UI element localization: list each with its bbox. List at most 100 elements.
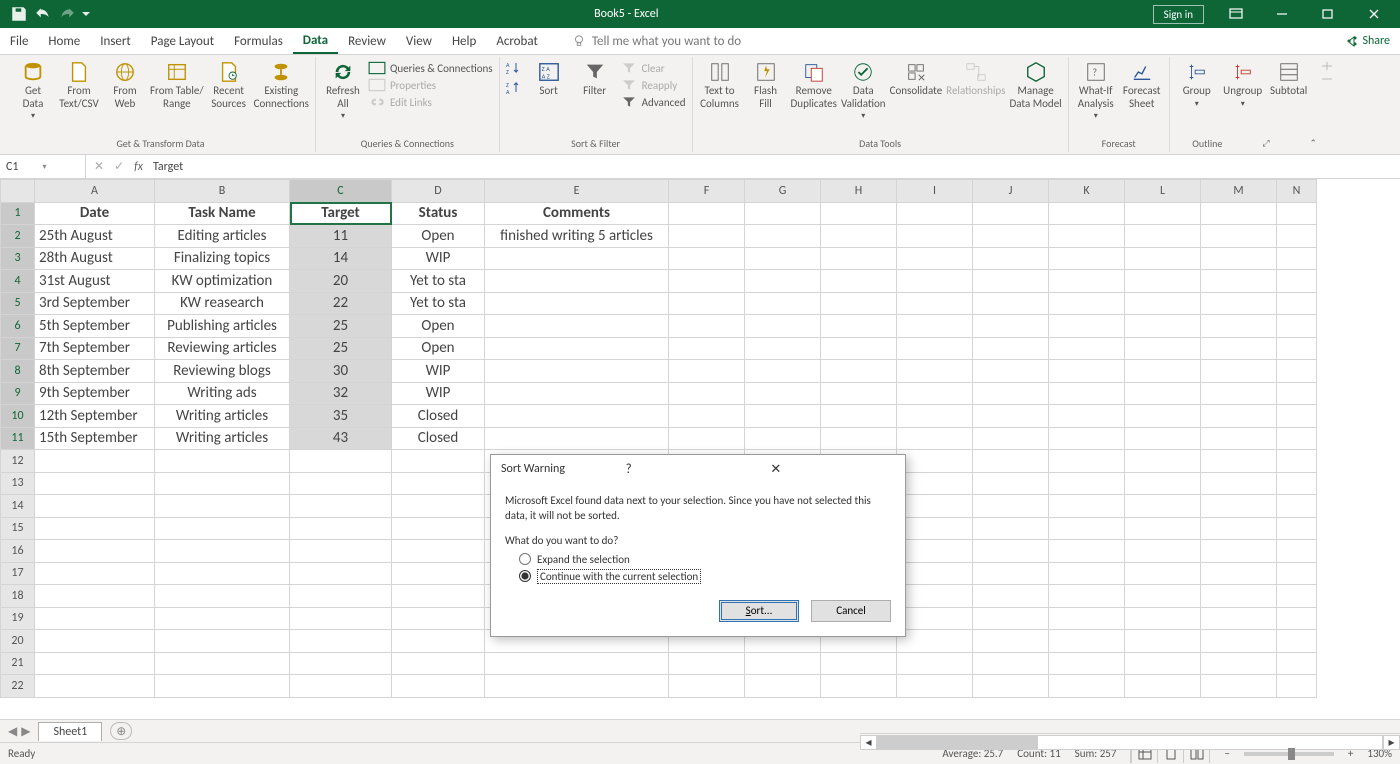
row-header[interactable]: 12 [1, 450, 35, 473]
cell[interactable]: 25th August [35, 225, 155, 248]
cell[interactable] [1201, 585, 1277, 608]
cell[interactable] [973, 630, 1049, 653]
flash-fill-button[interactable]: Flash Fill [745, 61, 787, 110]
relationships-button[interactable]: Relationships [946, 61, 1005, 98]
cell[interactable] [392, 517, 485, 540]
cell[interactable] [973, 675, 1049, 698]
cell[interactable]: KW reasearch [155, 292, 290, 315]
cell[interactable] [973, 247, 1049, 270]
cell[interactable] [290, 472, 392, 495]
cell[interactable] [1201, 607, 1277, 630]
row-header[interactable]: 8 [1, 360, 35, 383]
cell[interactable]: 35 [290, 405, 392, 428]
cell[interactable]: 28th August [35, 247, 155, 270]
tab-review[interactable]: Review [338, 30, 396, 53]
cell[interactable] [973, 472, 1049, 495]
scroll-right-icon[interactable]: ▸ [1383, 735, 1400, 750]
cell[interactable] [745, 405, 821, 428]
row-header[interactable]: 19 [1, 607, 35, 630]
show-detail-button[interactable] [1320, 61, 1334, 71]
row-header[interactable]: 22 [1, 675, 35, 698]
cell[interactable] [973, 562, 1049, 585]
cell[interactable] [290, 450, 392, 473]
row-header[interactable]: 18 [1, 585, 35, 608]
cell[interactable] [669, 270, 745, 293]
cell[interactable] [1049, 405, 1125, 428]
cell[interactable] [1049, 315, 1125, 338]
cell[interactable] [897, 337, 973, 360]
cell[interactable] [485, 247, 669, 270]
from-text-csv-button[interactable]: From Text/CSV [58, 61, 100, 110]
cell[interactable]: Yet to sta [392, 270, 485, 293]
cell[interactable] [1201, 472, 1277, 495]
sort-button[interactable]: Z AA ZSort [528, 61, 570, 98]
cell[interactable] [392, 630, 485, 653]
cell[interactable] [1049, 585, 1125, 608]
cell[interactable] [1277, 675, 1317, 698]
cell[interactable] [1277, 382, 1317, 405]
cell[interactable] [897, 585, 973, 608]
cell[interactable]: WIP [392, 382, 485, 405]
cell[interactable] [1201, 337, 1277, 360]
from-table-range-button[interactable]: From Table/ Range [150, 61, 204, 110]
forecast-sheet-button[interactable]: Forecast Sheet [1121, 61, 1163, 110]
cell[interactable] [745, 337, 821, 360]
row-header[interactable]: 6 [1, 315, 35, 338]
cell[interactable]: Reviewing articles [155, 337, 290, 360]
cell[interactable] [1049, 540, 1125, 563]
cell[interactable] [1277, 360, 1317, 383]
row-header[interactable]: 16 [1, 540, 35, 563]
subtotal-button[interactable]: Subtotal [1268, 61, 1310, 98]
row-header[interactable]: 1 [1, 202, 35, 225]
cell[interactable] [1049, 292, 1125, 315]
cell[interactable] [1201, 652, 1277, 675]
cell[interactable] [155, 517, 290, 540]
confirm-edit-icon[interactable]: ✓ [114, 159, 124, 174]
cell[interactable] [35, 517, 155, 540]
cell[interactable] [897, 450, 973, 473]
cell[interactable] [897, 472, 973, 495]
cell[interactable]: KW optimization [155, 270, 290, 293]
cell[interactable]: Date [35, 202, 155, 225]
cell[interactable] [1277, 315, 1317, 338]
cell[interactable] [1125, 382, 1201, 405]
cell[interactable] [1201, 630, 1277, 653]
cell[interactable]: finished writing 5 articles [485, 225, 669, 248]
cell[interactable] [897, 202, 973, 225]
cell[interactable] [155, 472, 290, 495]
cell[interactable]: 31st August [35, 270, 155, 293]
cell[interactable] [745, 427, 821, 450]
save-icon[interactable] [10, 5, 28, 23]
cell[interactable] [745, 270, 821, 293]
refresh-all-button[interactable]: Refresh All▾ [322, 61, 364, 121]
cell[interactable] [1277, 247, 1317, 270]
cancel-button[interactable]: Cancel [811, 600, 891, 622]
cell[interactable]: Closed [392, 427, 485, 450]
data-validation-button[interactable]: Data Validation▾ [841, 61, 886, 121]
cell[interactable] [821, 202, 897, 225]
cell[interactable] [155, 495, 290, 518]
cell[interactable]: Yet to sta [392, 292, 485, 315]
cell[interactable] [392, 562, 485, 585]
col-header[interactable]: D [392, 180, 485, 203]
col-header[interactable]: M [1201, 180, 1277, 203]
group-button[interactable]: Group▾ [1176, 61, 1218, 109]
col-header[interactable]: A [35, 180, 155, 203]
cell[interactable] [1201, 517, 1277, 540]
cell[interactable] [1049, 562, 1125, 585]
cell[interactable] [155, 562, 290, 585]
help-button[interactable]: ? [626, 462, 751, 477]
cell[interactable] [745, 360, 821, 383]
cell[interactable] [392, 675, 485, 698]
cell[interactable] [290, 652, 392, 675]
cell[interactable] [1125, 202, 1201, 225]
row-header[interactable]: 10 [1, 405, 35, 428]
row-header[interactable]: 11 [1, 427, 35, 450]
col-header[interactable]: I [897, 180, 973, 203]
row-header[interactable]: 9 [1, 382, 35, 405]
cell[interactable] [485, 292, 669, 315]
cell[interactable] [290, 540, 392, 563]
select-all-corner[interactable] [1, 180, 35, 203]
cell[interactable] [35, 472, 155, 495]
cell[interactable] [1125, 540, 1201, 563]
